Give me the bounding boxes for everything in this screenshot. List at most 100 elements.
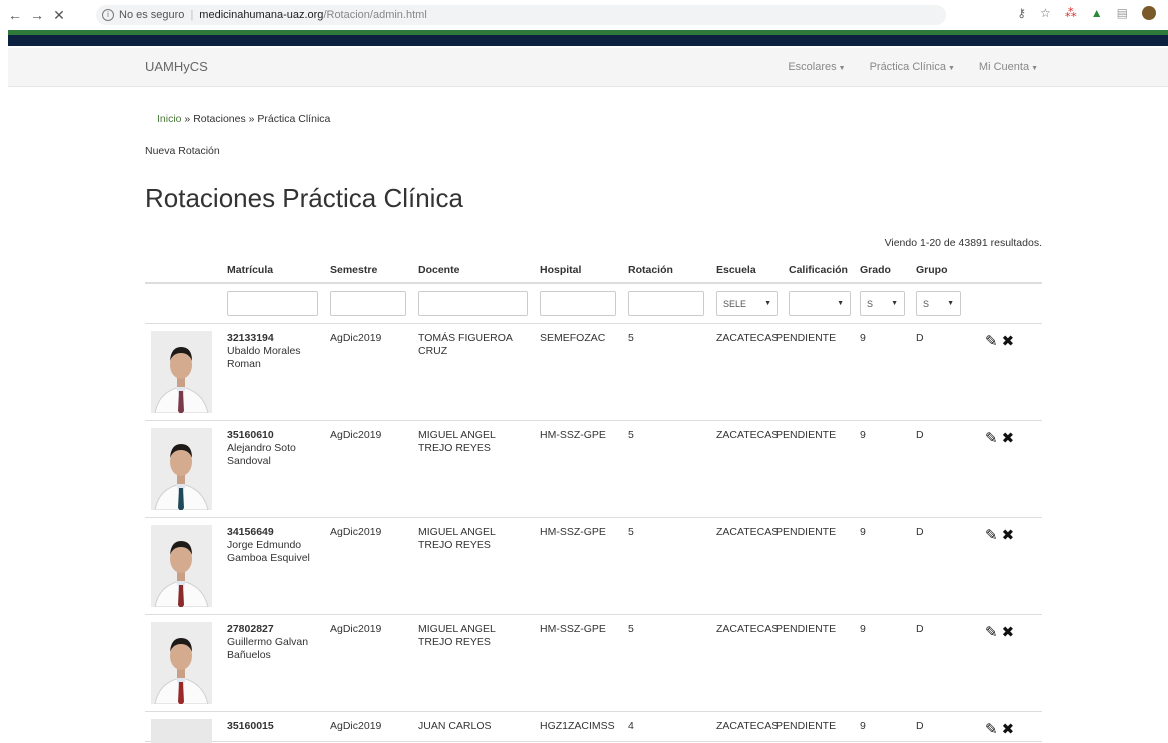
profile-avatar-icon[interactable] [1142,6,1156,20]
security-label: No es seguro [119,9,185,21]
header-docente[interactable]: Docente [418,264,459,276]
table-row: 35160610 Alejandro Soto Sandoval AgDic2019… [145,421,1042,518]
cell-rotacion: 5 [628,526,634,538]
new-rotation-link[interactable]: Nueva Rotación [145,145,220,157]
select-arrow-icon: ▼ [891,300,898,307]
header-hospital[interactable]: Hospital [540,264,581,276]
student-portrait [151,622,212,704]
back-arrow-icon[interactable]: ← [4,7,26,23]
key-icon[interactable]: ⚷ [1017,6,1026,20]
filter-hospital-input[interactable] [540,291,616,316]
edit-pencil-icon[interactable]: ✎ [985,332,998,350]
filter-grado-select[interactable]: S ▼ [860,291,905,316]
info-icon[interactable]: i [102,9,114,21]
breadcrumb-rotaciones[interactable]: Rotaciones [193,113,246,125]
filter-escuela-select[interactable]: SELE ▼ [716,291,778,316]
select-value: S [867,298,874,309]
student-name: Jorge Edmundo Gamboa Esquivel [227,539,310,564]
cell-matricula: 27802827 Guillermo Galvan Bañuelos [227,623,322,662]
edit-pencil-icon[interactable]: ✎ [985,429,998,447]
address-bar[interactable]: i No es seguro | medicinahumana-uaz.org /… [96,5,946,25]
student-matricula[interactable]: 35160610 [227,429,322,442]
cell-matricula: 34156649 Jorge Edmundo Gamboa Esquivel [227,526,322,565]
browser-toolbar: ← → ✕ i No es seguro | medicinahumana-ua… [0,0,1168,30]
cell-semestre: AgDic2019 [330,623,382,635]
header-grupo[interactable]: Grupo [916,264,948,276]
filter-grupo-select[interactable]: S ▼ [916,291,961,316]
cell-rotacion: 5 [628,623,634,635]
table-header: Matrícula Semestre Docente Hospital Rota… [145,255,1042,284]
select-arrow-icon: ▼ [837,300,844,307]
cell-calificacion: PENDIENTE [776,429,837,441]
select-arrow-icon: ▼ [947,300,954,307]
breadcrumb-home[interactable]: Inicio [157,113,182,125]
edit-pencil-icon[interactable]: ✎ [985,720,998,738]
table-row: 32133194 Ubaldo Morales Roman AgDic2019 TOM… [145,324,1042,421]
menu-escolares[interactable]: Escolares ▼ [788,61,845,73]
header-rotacion[interactable]: Rotación [628,264,673,276]
cell-escuela: ZACATECAS [716,526,779,538]
cell-semestre: AgDic2019 [330,429,382,441]
header-grado[interactable]: Grado [860,264,891,276]
document-icon[interactable]: ▤ [1117,6,1128,20]
student-name: Alejandro Soto Sandoval [227,442,296,467]
breadcrumb-current: Práctica Clínica [257,113,331,125]
select-value: S [923,298,930,309]
header-dark-strip [8,35,1168,46]
nav-menu: Escolares ▼ Práctica Clínica ▼ Mi Cuenta ▼ [788,61,1038,73]
breadcrumb-sep: » [181,113,194,125]
filter-rotacion-input[interactable] [628,291,704,316]
delete-x-icon[interactable]: ✖ [1002,623,1015,641]
edit-pencil-icon[interactable]: ✎ [985,623,998,641]
cell-escuela: ZACATECAS [716,623,779,635]
row-actions: ✎ ✖ [985,720,1014,738]
header-escuela[interactable]: Escuela [716,264,756,276]
forward-arrow-icon[interactable]: → [26,7,48,23]
row-actions: ✎ ✖ [985,526,1014,544]
student-matricula[interactable]: 34156649 [227,526,322,539]
student-matricula[interactable]: 32133194 [227,332,322,345]
cell-hospital: SEMEFOZAC [540,332,606,344]
rotations-table: Matrícula Semestre Docente Hospital Rota… [145,255,1042,743]
breadcrumb-sep: » [245,113,258,125]
cell-escuela: ZACATECAS [716,429,779,441]
cell-docente: MIGUEL ANGEL TREJO REYES [418,429,496,454]
page-title: Rotaciones Práctica Clínica [145,183,463,213]
cell-calificacion: PENDIENTE [776,623,837,635]
delete-x-icon[interactable]: ✖ [1002,720,1015,738]
student-name: Guillermo Galvan Bañuelos [227,636,309,661]
header-semestre[interactable]: Semestre [330,264,377,276]
student-portrait [151,525,212,607]
cell-rotacion: 5 [628,429,634,441]
student-name: Ubaldo Morales Roman [227,345,301,370]
filter-matricula-input[interactable] [227,291,318,316]
drive-icon[interactable]: ▲ [1091,6,1103,20]
url-path: /Rotacion/admin.html [323,9,427,21]
brand-link[interactable]: UAMHyCS [145,59,208,74]
cell-rotacion: 5 [628,332,634,344]
menu-practica-clinica[interactable]: Práctica Clínica ▼ [870,61,955,73]
stop-loading-icon[interactable]: ✕ [48,7,70,24]
filter-calificacion-select[interactable]: ▼ [789,291,851,316]
extension-red-icon[interactable]: ⁂ [1065,6,1077,20]
table-row-partial: 35160015 AgDic2019 JUAN CARLOS HGZ1ZACIM… [145,712,1042,743]
bookmark-star-icon[interactable]: ☆ [1040,6,1051,20]
menu-mi-cuenta[interactable]: Mi Cuenta ▼ [979,61,1038,73]
cell-hospital: HM-SSZ-GPE [540,623,606,635]
header-matricula[interactable]: Matrícula [227,264,273,276]
table-body: 32133194 Ubaldo Morales Roman AgDic2019 TOM… [145,324,1042,712]
filter-docente-input[interactable] [418,291,528,316]
caret-down-icon: ▼ [947,65,955,72]
delete-x-icon[interactable]: ✖ [1002,429,1015,447]
delete-x-icon[interactable]: ✖ [1002,332,1015,350]
student-photo [151,331,212,413]
student-matricula[interactable]: 27802827 [227,623,322,636]
edit-pencil-icon[interactable]: ✎ [985,526,998,544]
cell-hospital: HM-SSZ-GPE [540,429,606,441]
filter-semestre-input[interactable] [330,291,406,316]
breadcrumb: Inicio » Rotaciones » Práctica Clínica [157,113,330,125]
delete-x-icon[interactable]: ✖ [1002,526,1015,544]
header-calificacion[interactable]: Calificación [789,264,848,276]
results-summary: Viendo 1-20 de 43891 resultados. [884,237,1042,249]
student-photo [151,525,212,607]
